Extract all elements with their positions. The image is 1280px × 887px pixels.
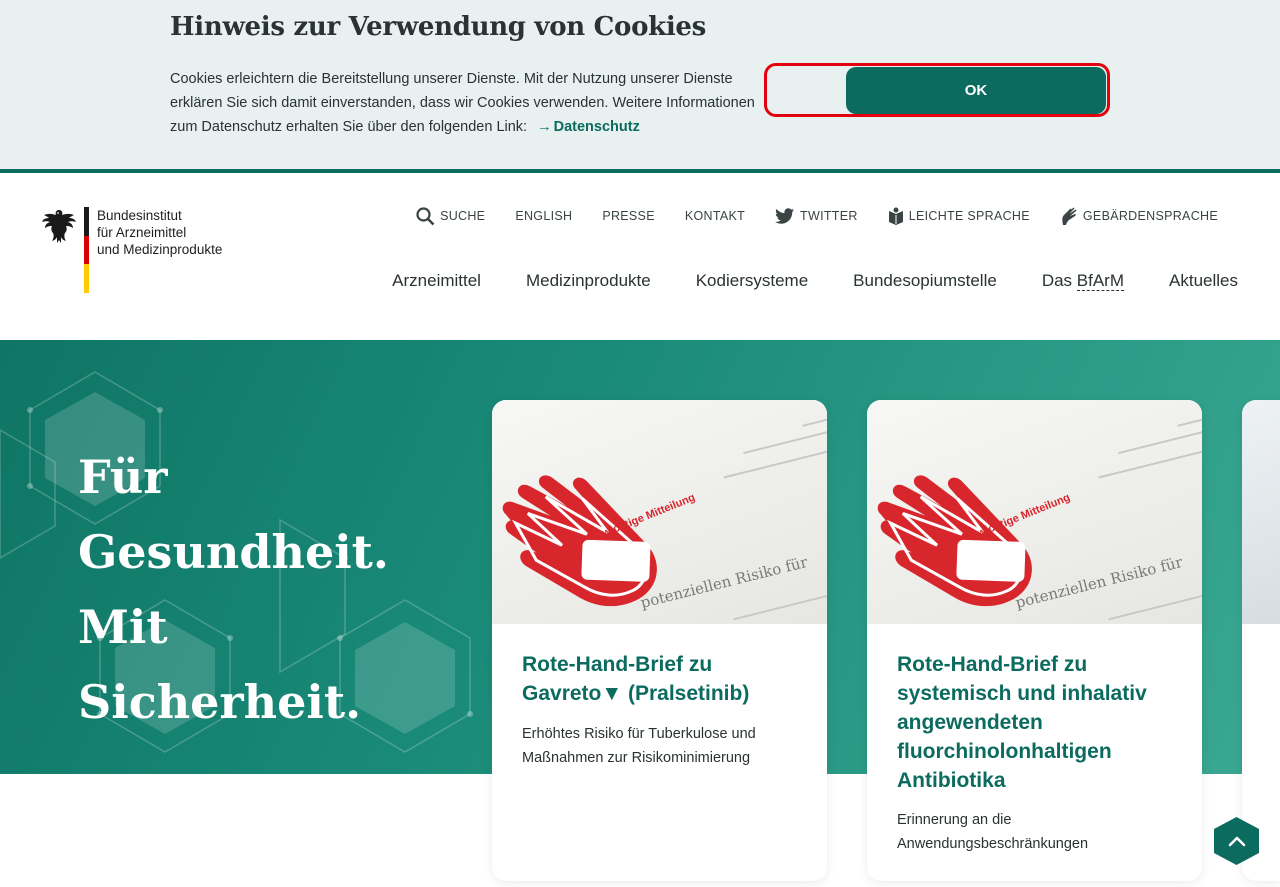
- kontakt-link[interactable]: KONTAKT: [685, 209, 745, 223]
- card-title[interactable]: Rote-Hand-Brief zu systemisch und inhala…: [897, 650, 1177, 795]
- cookie-text: Cookies erleichtern die Bereitstellung u…: [170, 67, 770, 139]
- news-card[interactable]: wichtige Mitteilung potenziellen Risiko …: [867, 400, 1202, 881]
- document-text: potenziellen Risiko für: [1014, 553, 1186, 612]
- hero-claim: Für Gesundheit. Mit Sicherheit.: [78, 440, 389, 740]
- search-link[interactable]: SUCHE: [416, 206, 486, 226]
- federal-eagle-icon: [42, 210, 76, 243]
- twitter-icon: [775, 207, 795, 225]
- hero-line: Mit: [78, 600, 168, 654]
- card-subtitle: Erhöhtes Risiko für Tuberkulose und Maßn…: [522, 726, 756, 766]
- red-hand-icon: wichtige Mitteilung potenziellen Risiko …: [502, 475, 811, 612]
- meta-navigation: SUCHE ENGLISH PRESSE KONTAKT TWITTER LEI…: [386, 206, 1218, 226]
- german-flag-bar: [84, 207, 89, 294]
- hero-line: Sicherheit.: [78, 675, 362, 729]
- nav-das-bfarm[interactable]: Das BfArM: [1041, 271, 1125, 291]
- red-hand-letter-image: wichtige Mitteilung potenziellen Risiko …: [867, 400, 1202, 624]
- leichte-sprache-link[interactable]: LEICHTE SPRACHE: [888, 207, 1030, 225]
- news-card-partial[interactable]: [1242, 400, 1280, 881]
- logo-text: Bundesinstitut für Arzneimittel und Medi…: [97, 207, 222, 293]
- datenschutz-link-label: Datenschutz: [553, 119, 640, 135]
- cookie-banner: Hinweis zur Verwendung von Cookies Cooki…: [0, 0, 1280, 170]
- card-image: [1242, 400, 1280, 624]
- search-label: SUCHE: [440, 209, 486, 223]
- search-icon: [416, 206, 435, 226]
- twitter-link[interactable]: TWITTER: [775, 207, 858, 225]
- red-hand-letter-image: wichtige Mitteilung potenziellen Risiko …: [492, 400, 827, 624]
- red-hand-icon: wichtige Mitteilung potenziellen Risiko …: [877, 475, 1186, 612]
- twitter-label: TWITTER: [800, 209, 858, 223]
- hero-line: Gesundheit.: [78, 525, 389, 579]
- card-title[interactable]: Rote-Hand-Brief zu Gavreto▼ (Pralsetinib…: [522, 650, 802, 708]
- nav-arzneimittel[interactable]: Arzneimittel: [392, 271, 481, 291]
- nav-das-label: Das: [1041, 271, 1073, 290]
- cookie-ok-button[interactable]: OK: [846, 67, 1106, 114]
- logo-line: für Arzneimittel: [97, 225, 187, 240]
- logo-line: Bundesinstitut: [97, 208, 182, 223]
- presse-link[interactable]: PRESSE: [602, 209, 655, 223]
- nav-aktuelles[interactable]: Aktuelles: [1169, 271, 1238, 291]
- english-link[interactable]: ENGLISH: [515, 209, 572, 223]
- datenschutz-link[interactable]: → Datenschutz: [537, 119, 640, 135]
- site-header: Bundesinstitut für Arzneimittel und Medi…: [0, 173, 1280, 340]
- hero-line: Für: [78, 450, 168, 504]
- gebaerdensprache-label: GEBÄRDENSPRACHE: [1082, 209, 1218, 223]
- arrow-right-icon: →: [537, 119, 552, 135]
- bfarm-logo[interactable]: Bundesinstitut für Arzneimittel und Medi…: [40, 207, 222, 294]
- cookie-title: Hinweis zur Verwendung von Cookies: [170, 12, 706, 42]
- logo-line: und Medizinprodukte: [97, 242, 223, 257]
- cookie-description: Cookies erleichtern die Bereitstellung u…: [170, 71, 755, 135]
- news-card[interactable]: wichtige Mitteilung potenziellen Risiko …: [492, 400, 827, 881]
- card-subtitle: Erinnerung an die Anwendungsbeschränkung…: [897, 812, 1089, 852]
- easy-language-icon: [888, 207, 904, 225]
- chevron-up-icon: [1228, 836, 1245, 847]
- nav-kodiersysteme[interactable]: Kodiersysteme: [696, 271, 808, 291]
- nav-bundesopiumstelle[interactable]: Bundesopiumstelle: [853, 271, 997, 291]
- sign-language-icon: [1060, 206, 1078, 226]
- main-navigation: Arzneimittel Medizinprodukte Kodiersyste…: [347, 271, 1238, 291]
- nav-medizinprodukte[interactable]: Medizinprodukte: [526, 271, 651, 291]
- gebaerdensprache-link[interactable]: GEBÄRDENSPRACHE: [1060, 206, 1218, 226]
- leichte-sprache-label: LEICHTE SPRACHE: [908, 209, 1030, 223]
- bfarm-abbreviation: BfArM: [1076, 271, 1125, 291]
- document-text: potenziellen Risiko für: [639, 553, 811, 612]
